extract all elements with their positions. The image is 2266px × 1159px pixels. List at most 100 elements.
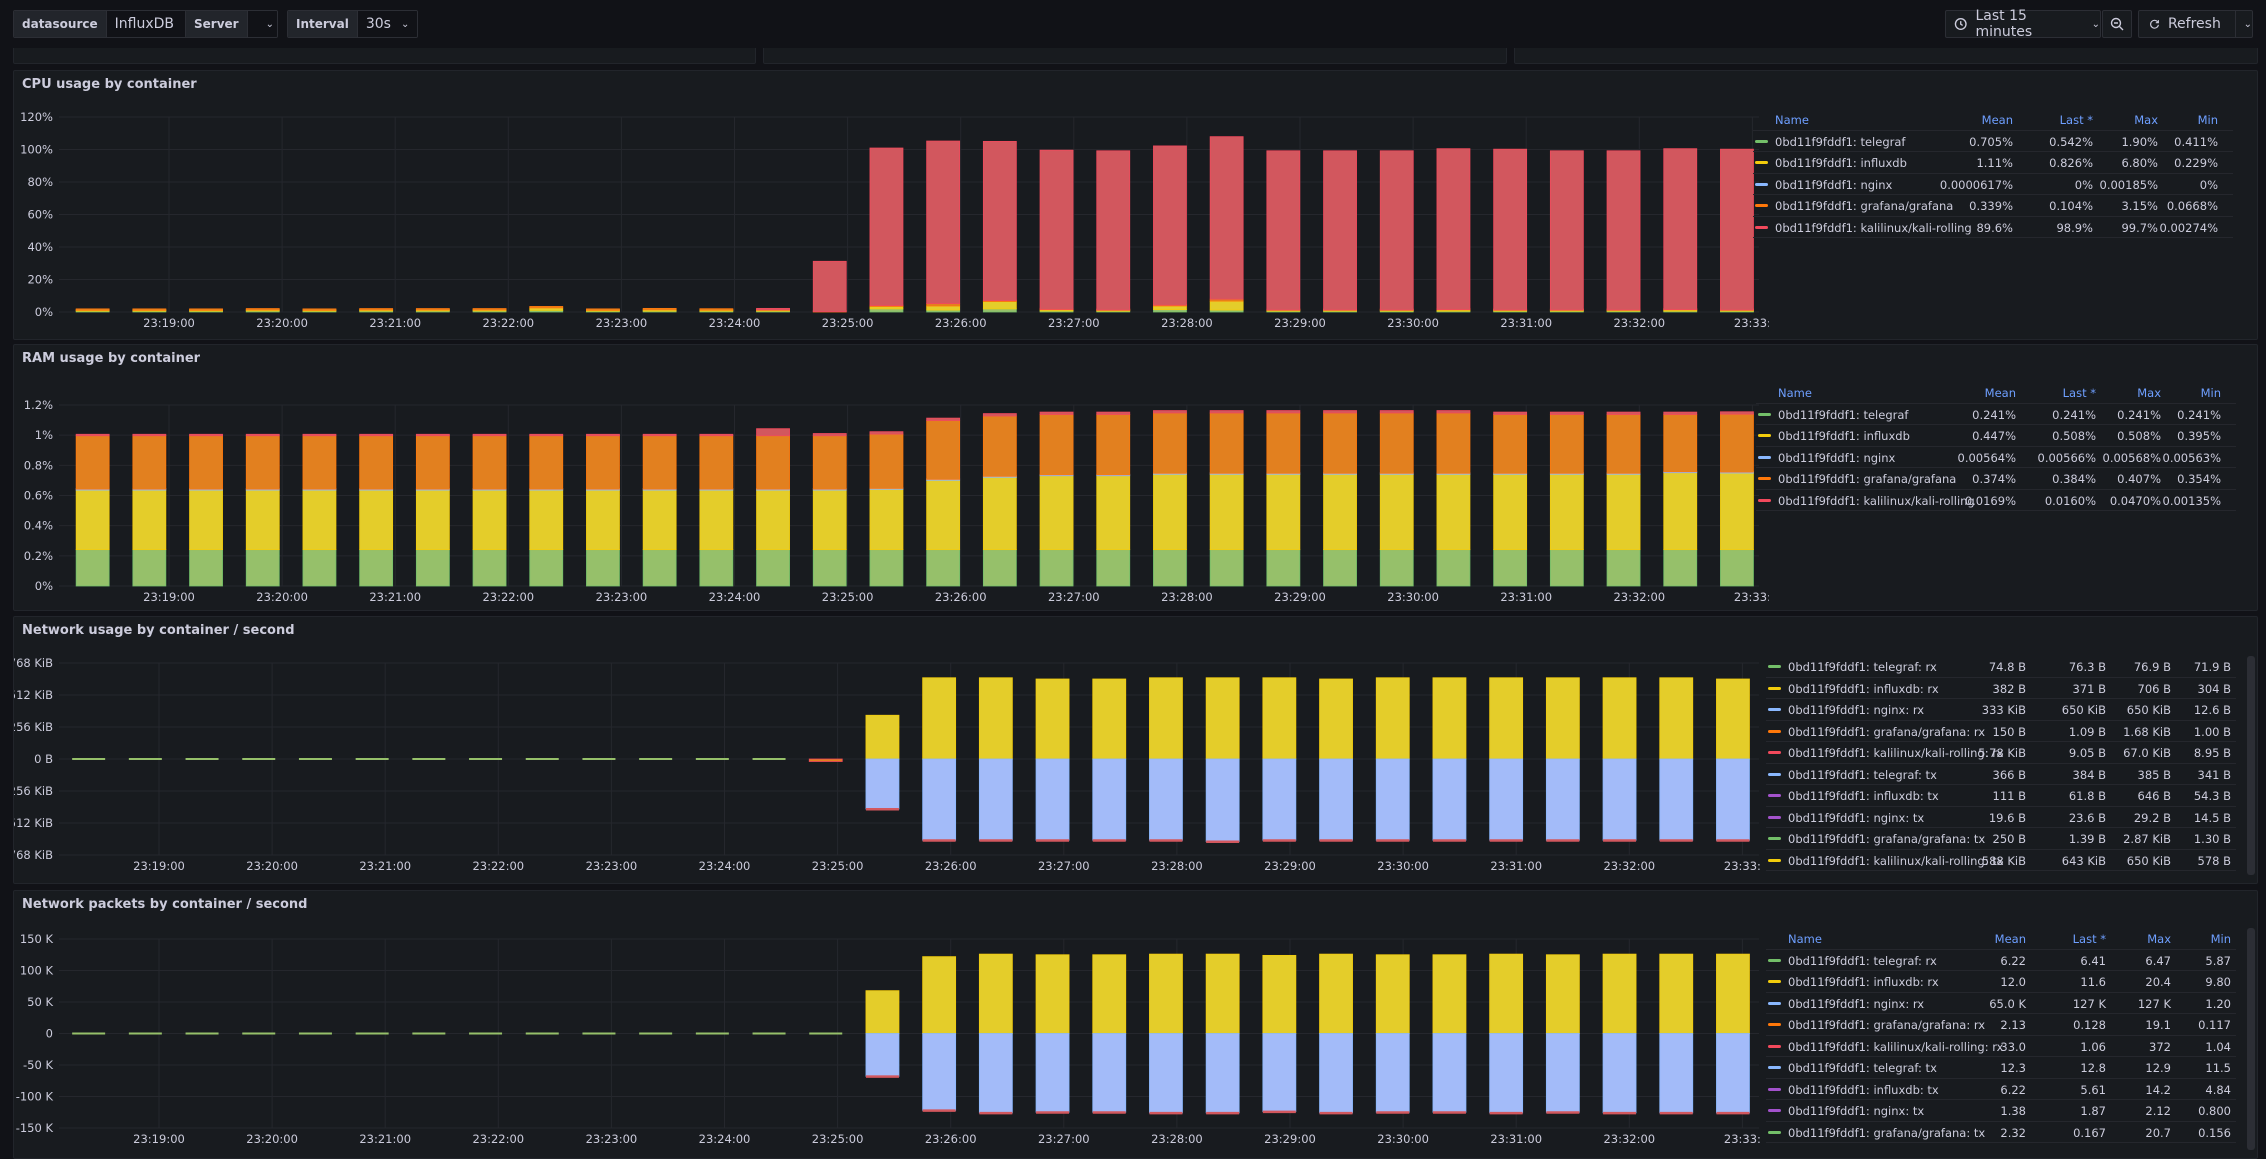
bar-segment[interactable] (1545, 677, 1580, 760)
bar-segment[interactable] (302, 435, 337, 490)
interval-variable[interactable]: Interval 30s ⌄ (287, 10, 419, 38)
bar-segment[interactable] (529, 433, 564, 437)
bar-segment[interactable] (1096, 549, 1131, 587)
bar-segment[interactable] (1716, 839, 1750, 842)
bar-segment[interactable] (302, 308, 337, 311)
bar-segment[interactable] (1549, 473, 1584, 551)
chart-plot[interactable]: 768 KiB 512 KiB 256 KiB 0 B -256 KiB -512 KiB… (14, 617, 1769, 885)
bar-segment[interactable] (1096, 414, 1131, 476)
bar-segment[interactable] (586, 435, 620, 490)
bar-segment[interactable] (1039, 475, 1074, 551)
bar-segment[interactable] (1720, 411, 1754, 415)
bar-segment[interactable] (1039, 549, 1074, 587)
refresh-interval-dropdown[interactable]: ⌄ (2244, 19, 2252, 30)
bar-segment[interactable] (1205, 758, 1240, 842)
bar-segment[interactable] (869, 308, 904, 313)
bar-segment[interactable] (869, 431, 904, 435)
bar-segment[interactable] (355, 1032, 389, 1035)
bar-segment[interactable] (1376, 1111, 1410, 1114)
bar-segment[interactable] (1436, 412, 1471, 474)
bar-segment[interactable] (978, 758, 1013, 841)
bar-segment[interactable] (132, 308, 167, 311)
bar-segment[interactable] (1379, 549, 1414, 587)
bar-segment[interactable] (1493, 411, 1528, 415)
bar-segment[interactable] (128, 1032, 162, 1035)
bar-segment[interactable] (1323, 473, 1357, 551)
bar-segment[interactable] (1376, 839, 1410, 842)
bar-segment[interactable] (1489, 953, 1524, 1034)
bar-segment[interactable] (1436, 473, 1471, 551)
bar-segment[interactable] (1036, 1111, 1070, 1114)
bar-segment[interactable] (865, 1075, 899, 1078)
chart-plot[interactable]: 120% 100% 80% 60% 40% 20% 0% 23:19:00 23:20:00 23… (14, 71, 1769, 341)
bar-segment[interactable] (699, 433, 734, 437)
bar-segment[interactable] (189, 489, 223, 551)
bar-segment[interactable] (185, 758, 219, 760)
bar-segment[interactable] (1036, 839, 1070, 842)
legend-item[interactable]: 0bd11f9fddf1: kalilinux/kali-rolling 89.6… (1753, 217, 2233, 238)
bar-segment[interactable] (1323, 412, 1357, 474)
legend-item[interactable]: 0bd11f9fddf1: influxdb: rx 12.0 11.6 20.4 9.… (1766, 971, 2236, 993)
bar-segment[interactable] (359, 435, 394, 490)
bar-segment[interactable] (1153, 145, 1187, 306)
bar-segment[interactable] (865, 758, 900, 810)
bar-segment[interactable] (756, 435, 790, 490)
bar-segment[interactable] (1379, 473, 1414, 551)
bar-segment[interactable] (1489, 1111, 1523, 1115)
bar-segment[interactable] (1436, 410, 1471, 414)
bar-segment[interactable] (472, 489, 507, 551)
bar-segment[interactable] (1323, 549, 1357, 587)
legend-item[interactable]: 0bd11f9fddf1: grafana/grafana: tx 2.32 0.1… (1766, 1122, 2236, 1143)
bar-segment[interactable] (1319, 1033, 1353, 1114)
chart-plot[interactable]: 150 K 100 K 50 K 0 -50 K -100 K -150 K 23:19:00… (14, 891, 1769, 1159)
legend-item[interactable]: 0bd11f9fddf1: telegraf: rx 6.22 6.41 6.47 5.… (1766, 950, 2236, 971)
bar-segment[interactable] (189, 308, 223, 311)
bar-segment[interactable] (1432, 677, 1467, 760)
bar-segment[interactable] (982, 301, 1017, 310)
bar-segment[interactable] (359, 549, 394, 587)
bar-segment[interactable] (1262, 839, 1296, 842)
bar-segment[interactable] (359, 308, 394, 311)
legend-column-header[interactable]: Max (2137, 386, 2161, 400)
bar-segment[interactable] (978, 1033, 1013, 1114)
bar-segment[interactable] (1375, 677, 1410, 760)
bar-segment[interactable] (132, 489, 167, 551)
bar-segment[interactable] (1493, 414, 1528, 474)
bar-segment[interactable] (472, 435, 507, 490)
legend-column-header[interactable]: Last * (2073, 932, 2106, 946)
bar-segment[interactable] (1663, 414, 1698, 473)
bar-segment[interactable] (1602, 953, 1637, 1034)
bar-segment[interactable] (1436, 148, 1471, 310)
bar-segment[interactable] (1035, 678, 1070, 760)
server-select[interactable]: ⌄ (247, 11, 277, 37)
legend-item[interactable]: 0bd11f9fddf1: kalilinux/kali-rolling: rx… (1766, 742, 2236, 764)
bar-segment[interactable] (469, 1032, 503, 1035)
bar-segment[interactable] (982, 476, 1017, 551)
bar-segment[interactable] (1489, 839, 1523, 842)
bar-segment[interactable] (245, 549, 280, 587)
bar-segment[interactable] (699, 308, 734, 311)
bar-segment[interactable] (1659, 953, 1694, 1034)
bar-segment[interactable] (978, 677, 1013, 760)
bar-segment[interactable] (699, 435, 734, 490)
bar-segment[interactable] (529, 306, 564, 309)
bar-segment[interactable] (1262, 1110, 1296, 1114)
legend-item[interactable]: 0bd11f9fddf1: nginx: tx 1.38 1.87 2.12 0.800 (1766, 1100, 2236, 1122)
bar-segment[interactable] (1546, 839, 1580, 842)
legend-item[interactable]: 0bd11f9fddf1: grafana/grafana: rx 150 B 1.… (1766, 721, 2236, 742)
bar-segment[interactable] (1149, 1111, 1183, 1115)
bar-segment[interactable] (359, 433, 394, 437)
bar-segment[interactable] (75, 549, 110, 587)
bar-segment[interactable] (586, 489, 620, 551)
bar-segment[interactable] (1659, 758, 1694, 841)
bar-segment[interactable] (1663, 148, 1698, 310)
bar-segment[interactable] (639, 758, 673, 760)
legend-item[interactable]: 0bd11f9fddf1: kalilinux/kali-rolling: rx… (1766, 1036, 2236, 1057)
legend-item[interactable]: 0bd11f9fddf1: influxdb 0.447% 0.508% 0.508%… (1756, 425, 2236, 447)
bar-segment[interactable] (1035, 1033, 1070, 1113)
bar-segment[interactable] (1149, 758, 1183, 841)
legend-item[interactable]: 0bd11f9fddf1: grafana/grafana 0.339% 0.104… (1753, 195, 2233, 217)
legend-column-header[interactable]: Max (2134, 113, 2158, 127)
bar-segment[interactable] (1153, 412, 1187, 474)
bar-segment[interactable] (1209, 410, 1244, 414)
